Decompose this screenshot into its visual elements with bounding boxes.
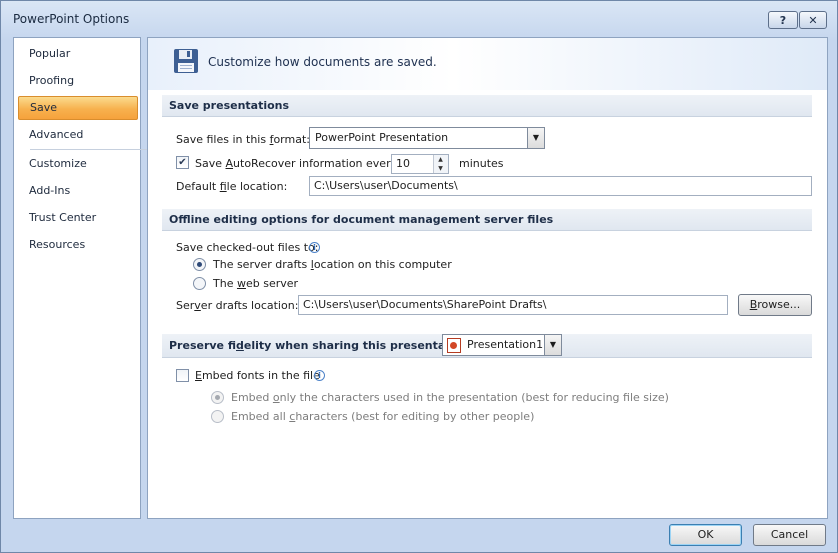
radio-embed-all[interactable] xyxy=(211,410,224,423)
help-button[interactable]: ? xyxy=(768,11,798,29)
web-server-label: The web server xyxy=(213,277,299,290)
options-nav: Popular Proofing Save Advanced Customize… xyxy=(13,37,148,519)
default-location-label: Default file location: xyxy=(176,180,288,193)
ok-button[interactable]: OK xyxy=(669,524,742,546)
drafts-location-input[interactable]: C:\Users\user\Documents\SharePoint Draft… xyxy=(298,295,728,315)
save-format-select[interactable]: PowerPoint Presentation ▼ xyxy=(309,127,545,149)
section-header-save-presentations: Save presentations xyxy=(162,95,812,117)
default-location-input[interactable]: C:\Users\user\Documents\ xyxy=(309,176,812,196)
server-drafts-label: The server drafts location on this compu… xyxy=(213,258,452,271)
autorecover-label: Save AutoRecover information every xyxy=(195,157,398,170)
floppy-disk-icon xyxy=(174,49,198,73)
embed-all-label: Embed all characters (best for editing b… xyxy=(231,410,535,423)
stepper-arrows[interactable]: ▲ ▼ xyxy=(433,155,448,173)
stepper-down-icon[interactable]: ▼ xyxy=(434,164,447,173)
section-header-offline-editing: Offline editing options for document man… xyxy=(162,209,812,231)
radio-server-drafts[interactable] xyxy=(193,258,206,271)
info-icon: i xyxy=(309,242,320,253)
radio-embed-only-used[interactable] xyxy=(211,391,224,404)
stepper-up-icon[interactable]: ▲ xyxy=(434,155,447,164)
chevron-down-icon[interactable]: ▼ xyxy=(527,128,544,148)
close-icon: ✕ xyxy=(808,13,818,27)
title-bar: PowerPoint Options ? ✕ xyxy=(1,1,837,37)
browse-button[interactable]: Browse... xyxy=(738,294,812,316)
options-dialog: PowerPoint Options ? ✕ Popular Proofing … xyxy=(0,0,838,553)
autorecover-minutes-stepper[interactable]: 10 ▲ ▼ xyxy=(391,154,449,174)
embed-only-used-label: Embed only the characters used in the pr… xyxy=(231,391,669,404)
autorecover-checkbox[interactable]: ✔ xyxy=(176,156,189,169)
nav-item-customize[interactable]: Customize xyxy=(18,152,138,176)
nav-item-proofing[interactable]: Proofing xyxy=(18,69,138,93)
save-format-value: PowerPoint Presentation xyxy=(315,131,449,144)
window-title: PowerPoint Options xyxy=(13,12,130,26)
nav-item-trust-center[interactable]: Trust Center xyxy=(18,206,138,230)
nav-item-advanced[interactable]: Advanced xyxy=(18,123,138,147)
banner: Customize how documents are saved. xyxy=(148,38,827,90)
embed-fonts-checkbox[interactable] xyxy=(176,369,189,382)
fidelity-presentation-select[interactable]: Presentation1 ▼ xyxy=(442,334,562,356)
chevron-down-icon[interactable]: ▼ xyxy=(544,335,561,355)
autorecover-minutes-value: 10 xyxy=(396,157,410,170)
minutes-label: minutes xyxy=(459,157,504,170)
info-icon: i xyxy=(314,370,325,381)
fidelity-presentation-value: Presentation1 xyxy=(467,338,544,351)
nav-item-add-ins[interactable]: Add-Ins xyxy=(18,179,138,203)
nav-item-popular[interactable]: Popular xyxy=(18,42,138,66)
embed-fonts-label: Embed fonts in the file xyxy=(195,369,320,382)
nav-item-resources[interactable]: Resources xyxy=(18,233,138,257)
save-checked-out-label: Save checked-out files to: xyxy=(176,241,319,254)
radio-web-server[interactable] xyxy=(193,277,206,290)
save-options-panel: Customize how documents are saved. Save … xyxy=(147,37,828,519)
banner-text: Customize how documents are saved. xyxy=(208,55,437,69)
save-format-label: Save files in this format: xyxy=(176,133,310,146)
help-icon: ? xyxy=(779,13,787,27)
powerpoint-file-icon xyxy=(447,338,461,353)
cancel-button[interactable]: Cancel xyxy=(753,524,826,546)
close-button[interactable]: ✕ xyxy=(799,11,827,29)
drafts-location-label: Server drafts location: xyxy=(176,299,299,312)
nav-divider xyxy=(30,149,148,150)
nav-item-save[interactable]: Save xyxy=(18,96,138,120)
